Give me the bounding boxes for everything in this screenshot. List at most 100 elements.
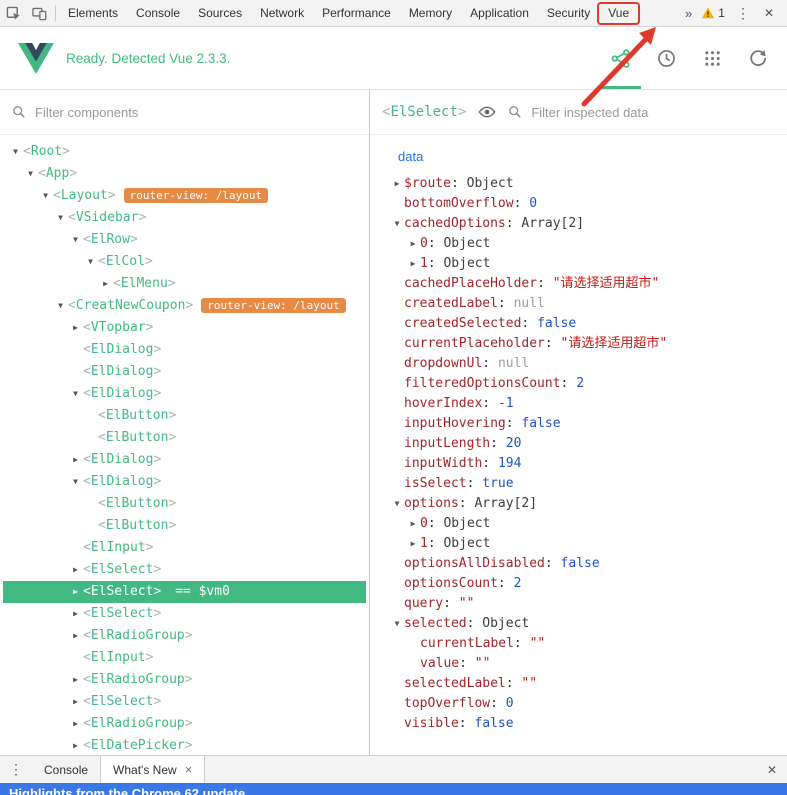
expand-arrow-icon[interactable]: ▶ — [68, 691, 83, 713]
data-field-optionscount[interactable]: optionsCount: 2 — [390, 574, 787, 594]
data-field-cachedplaceholder[interactable]: cachedPlaceHolder: "请选择适用超市" — [390, 274, 787, 294]
tree-item-elmenu[interactable]: ▶ <ElMenu> — [3, 273, 366, 295]
history-button[interactable] — [643, 27, 689, 89]
collapse-arrow-icon[interactable]: ▼ — [23, 163, 38, 185]
inspected-data-filter-input[interactable] — [531, 104, 775, 120]
data-field-currentlabel[interactable]: currentLabel: "" — [390, 634, 787, 654]
devtools-menu-button[interactable]: ⋮ — [729, 5, 757, 22]
data-field-createdlabel[interactable]: createdLabel: null — [390, 294, 787, 314]
tree-item-layout[interactable]: ▼ <Layout> router-view: /layout — [3, 185, 366, 207]
data-field-query[interactable]: query: "" — [390, 594, 787, 614]
collapse-arrow-icon[interactable]: ▼ — [68, 471, 83, 493]
data-field-selected[interactable]: ▼ selected: Object — [390, 614, 787, 634]
tree-item-eldatepicker[interactable]: ▶ <ElDatePicker> — [3, 735, 366, 755]
drawer-menu-button[interactable]: ⋮ — [0, 761, 32, 778]
data-field-inputwidth[interactable]: inputWidth: 194 — [390, 454, 787, 474]
tab-close-icon[interactable]: × — [185, 762, 193, 777]
data-field-value[interactable]: value: "" — [390, 654, 787, 674]
tree-item-eldialog[interactable]: ▶ <ElDialog> — [3, 449, 366, 471]
data-field-route[interactable]: ▶ $route: Object — [390, 174, 787, 194]
expand-arrow-icon[interactable]: ▶ — [406, 234, 420, 254]
tree-item-vsidebar[interactable]: ▼ <VSidebar> — [3, 207, 366, 229]
collapse-arrow-icon[interactable]: ▼ — [68, 383, 83, 405]
tree-item-elbutton[interactable]: <ElButton> — [3, 405, 366, 427]
tree-item-elselect[interactable]: ▶ <ElSelect> — [3, 559, 366, 581]
drawer-tab-console[interactable]: Console — [32, 756, 100, 783]
tree-item-elselect[interactable]: ▶ <ElSelect> — [3, 603, 366, 625]
tree-item-vtopbar[interactable]: ▶ <VTopbar> — [3, 317, 366, 339]
expand-arrow-icon[interactable]: ▶ — [406, 254, 420, 274]
tree-item-elrow[interactable]: ▼ <ElRow> — [3, 229, 366, 251]
tree-item-eldialog[interactable]: <ElDialog> — [3, 339, 366, 361]
data-field-1[interactable]: ▶ 1: Object — [390, 254, 787, 274]
devtools-tab-application[interactable]: Application — [461, 0, 538, 26]
inspect-dom-button[interactable] — [478, 103, 496, 121]
devtools-tab-sources[interactable]: Sources — [189, 0, 251, 26]
expand-arrow-icon[interactable]: ▶ — [68, 603, 83, 625]
component-filter-input[interactable] — [35, 104, 357, 120]
warning-badge[interactable]: 1 — [697, 6, 729, 20]
tree-item-app[interactable]: ▼ <App> — [3, 163, 366, 185]
tree-item-elbutton[interactable]: <ElButton> — [3, 515, 366, 537]
data-field-topoverflow[interactable]: topOverflow: 0 — [390, 694, 787, 714]
devtools-tab-vue[interactable]: Vue — [597, 0, 641, 26]
devtools-close-button[interactable]: ✕ — [757, 6, 781, 20]
tree-item-elradiogroup[interactable]: ▶ <ElRadioGroup> — [3, 625, 366, 647]
tree-item-elbutton[interactable]: <ElButton> — [3, 427, 366, 449]
tree-item-elselect[interactable]: ▶ <ElSelect> — [3, 691, 366, 713]
data-field-visible[interactable]: visible: false — [390, 714, 787, 734]
inspect-element-button[interactable] — [0, 0, 26, 26]
data-field-options[interactable]: ▼ options: Array[2] — [390, 494, 787, 514]
collapse-arrow-icon[interactable]: ▼ — [390, 214, 404, 234]
tree-item-creatnewcoupon[interactable]: ▼ <CreatNewCoupon> router-view: /layout — [3, 295, 366, 317]
data-field-cachedoptions[interactable]: ▼ cachedOptions: Array[2] — [390, 214, 787, 234]
components-tab-button[interactable] — [597, 27, 643, 89]
data-field-inputhovering[interactable]: inputHovering: false — [390, 414, 787, 434]
tree-item-elselect[interactable]: ▶ <ElSelect> == $vm0 — [3, 581, 366, 603]
tree-item-elinput[interactable]: <ElInput> — [3, 537, 366, 559]
data-field-hoverindex[interactable]: hoverIndex: -1 — [390, 394, 787, 414]
data-field-inputlength[interactable]: inputLength: 20 — [390, 434, 787, 454]
devtools-tab-network[interactable]: Network — [251, 0, 313, 26]
data-field-0[interactable]: ▶ 0: Object — [390, 234, 787, 254]
data-field-currentplaceholder[interactable]: currentPlaceholder: "请选择适用超市" — [390, 334, 787, 354]
collapse-arrow-icon[interactable]: ▼ — [83, 251, 98, 273]
more-tabs-chevron[interactable]: » — [680, 6, 697, 21]
data-field-dropdownul[interactable]: dropdownUl: null — [390, 354, 787, 374]
expand-arrow-icon[interactable]: ▶ — [68, 317, 83, 339]
tree-item-elinput[interactable]: <ElInput> — [3, 647, 366, 669]
devtools-tab-security[interactable]: Security — [538, 0, 599, 26]
expand-arrow-icon[interactable]: ▶ — [390, 174, 404, 194]
expand-arrow-icon[interactable]: ▶ — [406, 514, 420, 534]
drawer-tab-what-s-new[interactable]: What's New × — [100, 756, 206, 783]
tree-item-eldialog[interactable]: ▼ <ElDialog> — [3, 471, 366, 493]
tree-item-eldialog[interactable]: <ElDialog> — [3, 361, 366, 383]
devtools-tab-elements[interactable]: Elements — [59, 0, 127, 26]
expand-arrow-icon[interactable]: ▶ — [68, 669, 83, 691]
collapse-arrow-icon[interactable]: ▼ — [38, 185, 53, 207]
collapse-arrow-icon[interactable]: ▼ — [68, 229, 83, 251]
expand-arrow-icon[interactable]: ▶ — [68, 581, 83, 603]
data-field-0[interactable]: ▶ 0: Object — [390, 514, 787, 534]
data-field-createdselected[interactable]: createdSelected: false — [390, 314, 787, 334]
collapse-arrow-icon[interactable]: ▼ — [53, 207, 68, 229]
tree-item-elbutton[interactable]: <ElButton> — [3, 493, 366, 515]
collapse-arrow-icon[interactable]: ▼ — [390, 614, 404, 634]
device-toolbar-button[interactable] — [26, 0, 52, 26]
data-field-filteredoptionscount[interactable]: filteredOptionsCount: 2 — [390, 374, 787, 394]
events-button[interactable] — [689, 27, 735, 89]
expand-arrow-icon[interactable]: ▶ — [406, 534, 420, 554]
devtools-tab-memory[interactable]: Memory — [400, 0, 461, 26]
devtools-tab-console[interactable]: Console — [127, 0, 189, 26]
data-field-optionsalldisabled[interactable]: optionsAllDisabled: false — [390, 554, 787, 574]
expand-arrow-icon[interactable]: ▶ — [98, 273, 113, 295]
expand-arrow-icon[interactable]: ▶ — [68, 735, 83, 755]
expand-arrow-icon[interactable]: ▶ — [68, 449, 83, 471]
collapse-arrow-icon[interactable]: ▼ — [53, 295, 68, 317]
collapse-arrow-icon[interactable]: ▼ — [8, 141, 23, 163]
tree-item-elradiogroup[interactable]: ▶ <ElRadioGroup> — [3, 713, 366, 735]
devtools-tab-performance[interactable]: Performance — [313, 0, 400, 26]
data-field-bottomoverflow[interactable]: bottomOverflow: 0 — [390, 194, 787, 214]
drawer-close-button[interactable]: ✕ — [757, 763, 787, 777]
data-field-1[interactable]: ▶ 1: Object — [390, 534, 787, 554]
